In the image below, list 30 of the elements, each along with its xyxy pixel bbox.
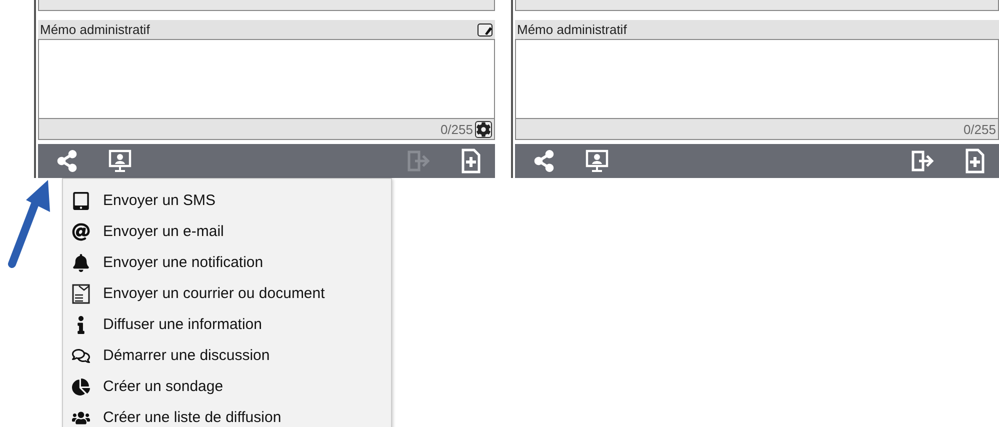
bell-icon [71,254,91,272]
memo-label: Mémo administratif [517,22,627,37]
menu-item[interactable]: Diffuser une information [63,309,391,340]
add-document-button[interactable] [461,148,481,174]
memo-label: Mémo administratif [40,22,150,37]
share-button[interactable] [56,150,78,172]
menu-item[interactable]: Créer une liste de diffusion [63,402,391,427]
memo-field[interactable] [38,39,495,119]
chat-icon [71,346,91,364]
at-sign-icon [71,222,91,240]
letter-icon [71,282,91,304]
menu-item[interactable]: Envoyer un e-mail [63,216,391,247]
menu-item[interactable]: Envoyer une notification [63,247,391,278]
menu-item[interactable]: Démarrer une discussion [63,340,391,371]
monitor-button[interactable] [108,149,132,173]
monitor-button[interactable] [585,149,609,173]
group-icon [71,408,91,426]
menu-item[interactable]: Envoyer un courrier ou document [63,278,391,309]
export-button[interactable] [909,149,935,173]
share-button[interactable] [533,150,555,172]
menu-item[interactable]: Créer un sondage [63,371,391,402]
pie-chart-icon [71,378,91,396]
memo-field[interactable] [515,39,999,119]
tablet-icon [71,192,91,210]
character-counter: 0/255 [963,122,996,136]
menu-item[interactable]: Envoyer un SMS [63,185,391,216]
edit-note-icon[interactable] [477,22,493,36]
character-counter: 0/255 [440,122,473,136]
settings-icon[interactable] [475,120,492,138]
add-document-button[interactable] [965,148,985,174]
